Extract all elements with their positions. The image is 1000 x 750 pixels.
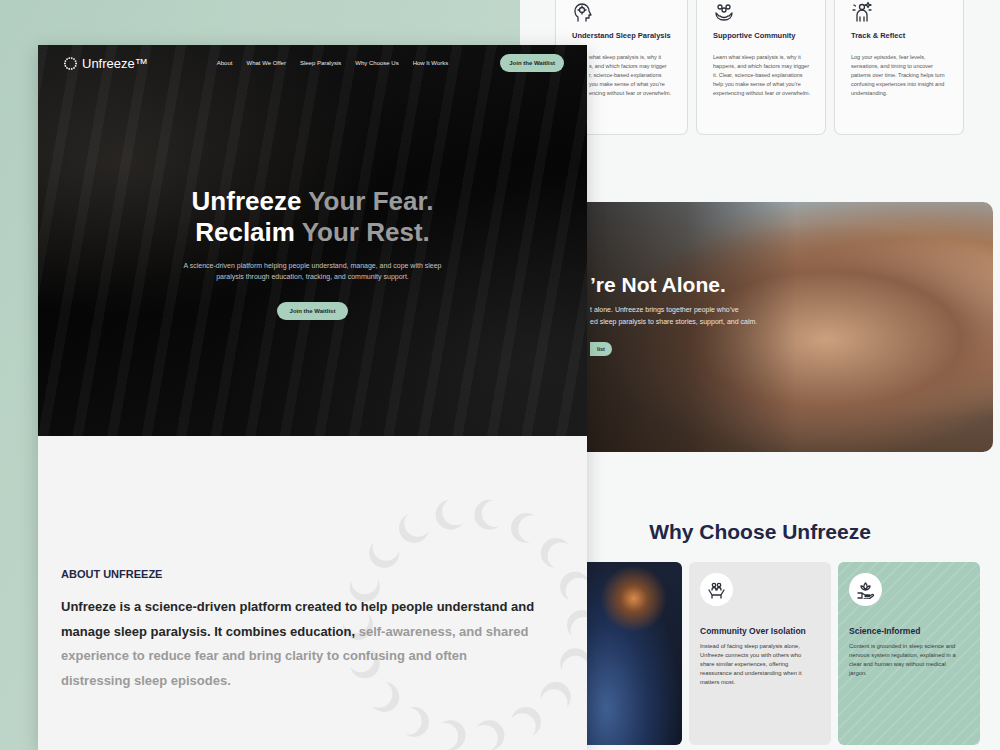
why-card-line: share similar experiences, offering: [700, 660, 821, 669]
nav-link[interactable]: About: [217, 60, 233, 66]
moon-ring-decoration: [38, 436, 587, 750]
feature-line: Learn what sleep paralysis is, why it: [713, 53, 816, 62]
feature-title: Understand Sleep Paralysis: [572, 31, 678, 40]
why-card-line: nervous system regulation, explained in …: [849, 651, 970, 660]
head-icon: [572, 1, 594, 23]
feature-line: s, and which factors may trigger: [589, 62, 678, 71]
nav-link[interactable]: How It Works: [413, 60, 449, 66]
feature-line: what sleep paralysis is, why it: [589, 53, 678, 62]
hero: Unfreeze™ About What We Offer Sleep Paralys…: [38, 45, 587, 436]
landing-page: Unfreeze™ About What We Offer Sleep Paralys…: [38, 45, 587, 750]
community-title: ’re Not Alone.: [590, 273, 993, 297]
headline-strong: Reclaim: [195, 217, 295, 248]
feature-description: Log your episodes, fear levels,sensation…: [851, 53, 954, 98]
hero-waitlist-button[interactable]: Join the Waitlist: [277, 302, 349, 320]
headline-line: UnfreezeYour Fear.: [192, 186, 434, 217]
icon-circle: [700, 573, 733, 606]
feature-line: sensations, and timing to uncover: [851, 62, 954, 71]
feature-line: help you make sense of what you’re: [713, 80, 816, 89]
why-card-line: reassurance and understanding when it: [700, 669, 821, 678]
why-card-line: clear and human way without medical: [849, 660, 970, 669]
feature-description: what sleep paralysis is, why its, and wh…: [572, 53, 678, 98]
logo-text[interactable]: Unfreeze™: [82, 56, 148, 71]
why-card-line: matters most.: [700, 678, 821, 687]
headline-soft: Your Fear.: [308, 186, 433, 217]
why-card-description: Content is grounded in sleep science and…: [849, 642, 970, 678]
community-icon: [713, 1, 735, 23]
background-page: Understand Sleep Paralysis what sleep par…: [520, 0, 1000, 750]
feature-line: r, science-based explanations: [589, 71, 678, 80]
headline-strong: Unfreeze: [192, 186, 302, 217]
hero-content: UnfreezeYour Fear.ReclaimYour Rest.A sci…: [38, 81, 587, 320]
icon-circle: [849, 573, 882, 606]
why-card-line: jargon.: [849, 669, 970, 678]
why-card-line: Content is grounded in sleep science and: [849, 642, 970, 651]
feature-line: confusing experiences into insight and: [851, 80, 954, 89]
headline-soft: Your Rest.: [302, 217, 430, 248]
hero-headline: UnfreezeYour Fear.ReclaimYour Rest.: [192, 186, 434, 248]
about-text: Unfreeze is a science-driven platform cr…: [61, 595, 539, 693]
community-line: t alone. Unfreeze brings together people…: [590, 304, 993, 316]
why-card: Science-Informed Content is grounded in s…: [838, 562, 980, 745]
logo-ring-icon: [63, 56, 78, 71]
about-section: ABOUT UNFREEZE Unfreeze is a science-driv…: [38, 436, 587, 750]
feature-description: Learn what sleep paralysis is, why ithap…: [713, 53, 816, 98]
community-button[interactable]: list: [590, 342, 612, 356]
feature-line: encing without fear or overwhelm.: [589, 89, 678, 98]
feature-card: Supportive Community Learn what sleep par…: [696, 0, 826, 135]
community-banner: ’re Not Alone. t alone. Unfreeze brings t…: [555, 202, 993, 452]
why-card-title: Community Over Isolation: [700, 626, 821, 636]
why-card-line: Unfreeze connects you with others who: [700, 651, 821, 660]
nav-link[interactable]: What We Offer: [246, 60, 285, 66]
logo[interactable]: Unfreeze™: [63, 56, 148, 71]
feature-line: understanding.: [851, 89, 954, 98]
feature-cards: Understand Sleep Paralysis what sleep par…: [555, 0, 1000, 135]
feature-title: Supportive Community: [713, 31, 816, 40]
why-card-title: Science-Informed: [849, 626, 970, 636]
feature-line: you make sense of what you’re: [589, 80, 678, 89]
why-title: Why Choose Unfreeze: [520, 519, 1000, 545]
feature-title: Track & Reflect: [851, 31, 954, 40]
why-card-description: Instead of facing sleep paralysis alone,…: [700, 642, 821, 687]
waitlist-button[interactable]: Join the Waitlist: [500, 54, 564, 72]
feature-line: patterns over time. Tracking helps turn: [851, 71, 954, 80]
hands-people-icon: [707, 580, 726, 599]
community-text: t alone. Unfreeze brings together people…: [590, 304, 993, 328]
feature-line: it. Clear, science-based explanations: [713, 71, 816, 80]
feature-line: happens, and which factors may trigger: [713, 62, 816, 71]
reflect-icon: [851, 1, 873, 23]
feature-line: Log your episodes, fear levels,: [851, 53, 954, 62]
nav-link[interactable]: Why Choose Us: [355, 60, 398, 66]
headline-line: ReclaimYour Rest.: [192, 217, 434, 248]
hero-subtitle: A science-driven platform helping people…: [179, 260, 447, 282]
about-label: ABOUT UNFREEZE: [61, 568, 547, 580]
navbar: Unfreeze™ About What We Offer Sleep Paralys…: [38, 45, 587, 81]
why-card: Community Over Isolation Instead of facin…: [689, 562, 831, 745]
feature-line: experiencing without fear or overwhelm.: [713, 89, 816, 98]
community-line: ed sleep paralysis to share stories, sup…: [590, 316, 993, 328]
why-cards: Community Over Isolation Instead of facin…: [555, 562, 1000, 745]
feature-card: Track & Reflect Log your episodes, fear l…: [834, 0, 964, 135]
lotus-hand-icon: [856, 580, 875, 599]
nav-links: About What We Offer Sleep Paralysis Why Cho…: [217, 60, 448, 66]
nav-link[interactable]: Sleep Paralysis: [300, 60, 341, 66]
why-card-line: Instead of facing sleep paralysis alone,: [700, 642, 821, 651]
